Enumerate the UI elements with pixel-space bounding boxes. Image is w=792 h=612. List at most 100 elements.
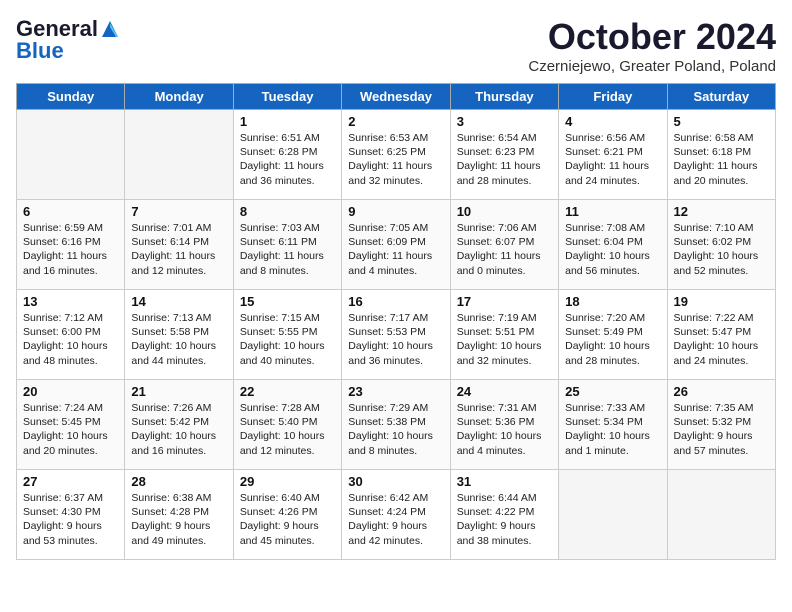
day-number: 7 (131, 204, 226, 219)
day-number: 19 (674, 294, 769, 309)
day-number: 6 (23, 204, 118, 219)
calendar-cell: 16Sunrise: 7:17 AM Sunset: 5:53 PM Dayli… (342, 290, 450, 380)
cell-daylight-text: Sunrise: 7:35 AM Sunset: 5:32 PM Dayligh… (674, 401, 769, 458)
day-number: 14 (131, 294, 226, 309)
day-number: 24 (457, 384, 552, 399)
cell-daylight-text: Sunrise: 7:33 AM Sunset: 5:34 PM Dayligh… (565, 401, 660, 458)
calendar-cell: 13 Sunrise: 7:12 AM Sunset: 6:00 PM Dayli… (17, 290, 125, 380)
calendar-cell: 23Sunrise: 7:29 AM Sunset: 5:38 PM Dayli… (342, 380, 450, 470)
cell-daylight-text: Sunrise: 7:12 AM Sunset: 6:00 PM Dayligh… (23, 311, 118, 368)
day-header-tuesday: Tuesday (233, 84, 341, 110)
calendar-cell: 2 Sunrise: 6:53 AM Sunset: 6:25 PM Daylig… (342, 110, 450, 200)
calendar-cell: 29 Sunrise: 6:40 AM Sunset: 4:26 PM Dayli… (233, 470, 341, 560)
page-header: General Blue October 2024 Czerniejewo, G… (16, 16, 776, 75)
cell-daylight-text: Sunrise: 6:54 AM Sunset: 6:23 PM Dayligh… (457, 131, 552, 188)
cell-daylight-text: Sunrise: 7:08 AM Sunset: 6:04 PM Dayligh… (565, 221, 660, 278)
calendar-cell (125, 110, 233, 200)
day-header-saturday: Saturday (667, 84, 775, 110)
day-number: 29 (240, 474, 335, 489)
day-number: 5 (674, 114, 769, 129)
logo: General Blue (16, 16, 120, 64)
day-number: 12 (674, 204, 769, 219)
cell-daylight-text: Sunrise: 7:01 AM Sunset: 6:14 PM Dayligh… (131, 221, 226, 278)
day-number: 25 (565, 384, 660, 399)
title-area: October 2024 Czerniejewo, Greater Poland… (528, 16, 776, 75)
day-number: 15 (240, 294, 335, 309)
day-number: 10 (457, 204, 552, 219)
cell-daylight-text: Sunrise: 7:20 AM Sunset: 5:49 PM Dayligh… (565, 311, 660, 368)
day-number: 22 (240, 384, 335, 399)
cell-daylight-text: Sunrise: 6:42 AM Sunset: 4:24 PM Dayligh… (348, 491, 443, 548)
cell-daylight-text: Sunrise: 7:31 AM Sunset: 5:36 PM Dayligh… (457, 401, 552, 458)
calendar-cell: 22 Sunrise: 7:28 AM Sunset: 5:40 PM Dayli… (233, 380, 341, 470)
calendar-cell: 19Sunrise: 7:22 AM Sunset: 5:47 PM Dayli… (667, 290, 775, 380)
cell-daylight-text: Sunrise: 6:56 AM Sunset: 6:21 PM Dayligh… (565, 131, 660, 188)
calendar-cell: 31 Sunrise: 6:44 AM Sunset: 4:22 PM Dayli… (450, 470, 558, 560)
day-number: 1 (240, 114, 335, 129)
calendar-cell: 17 Sunrise: 7:19 AM Sunset: 5:51 PM Dayli… (450, 290, 558, 380)
calendar-cell (667, 470, 775, 560)
cell-daylight-text: Sunrise: 7:24 AM Sunset: 5:45 PM Dayligh… (23, 401, 118, 458)
calendar-cell (17, 110, 125, 200)
calendar-cell: 21Sunrise: 7:26 AM Sunset: 5:42 PM Dayli… (125, 380, 233, 470)
day-number: 26 (674, 384, 769, 399)
cell-daylight-text: Sunrise: 7:29 AM Sunset: 5:38 PM Dayligh… (348, 401, 443, 458)
calendar-cell: 14 Sunrise: 7:13 AM Sunset: 5:58 PM Dayli… (125, 290, 233, 380)
week-row-5: 27 Sunrise: 6:37 AM Sunset: 4:30 PM Dayli… (17, 470, 776, 560)
day-header-monday: Monday (125, 84, 233, 110)
cell-daylight-text: Sunrise: 7:06 AM Sunset: 6:07 PM Dayligh… (457, 221, 552, 278)
day-number: 3 (457, 114, 552, 129)
day-header-wednesday: Wednesday (342, 84, 450, 110)
calendar-cell: 20 Sunrise: 7:24 AM Sunset: 5:45 PM Dayli… (17, 380, 125, 470)
days-header-row: SundayMondayTuesdayWednesdayThursdayFrid… (17, 84, 776, 110)
cell-daylight-text: Sunrise: 7:19 AM Sunset: 5:51 PM Dayligh… (457, 311, 552, 368)
calendar-cell: 25 Sunrise: 7:33 AM Sunset: 5:34 PM Dayli… (559, 380, 667, 470)
cell-daylight-text: Sunrise: 6:51 AM Sunset: 6:28 PM Dayligh… (240, 131, 335, 188)
cell-daylight-text: Sunrise: 6:40 AM Sunset: 4:26 PM Dayligh… (240, 491, 335, 548)
calendar-cell: 8Sunrise: 7:03 AM Sunset: 6:11 PM Daylig… (233, 200, 341, 290)
cell-daylight-text: Sunrise: 7:13 AM Sunset: 5:58 PM Dayligh… (131, 311, 226, 368)
cell-daylight-text: Sunrise: 7:17 AM Sunset: 5:53 PM Dayligh… (348, 311, 443, 368)
week-row-1: 1 Sunrise: 6:51 AM Sunset: 6:28 PM Daylig… (17, 110, 776, 200)
cell-daylight-text: Sunrise: 6:53 AM Sunset: 6:25 PM Dayligh… (348, 131, 443, 188)
day-number: 30 (348, 474, 443, 489)
cell-daylight-text: Sunrise: 7:15 AM Sunset: 5:55 PM Dayligh… (240, 311, 335, 368)
day-number: 27 (23, 474, 118, 489)
calendar-cell: 5 Sunrise: 6:58 AM Sunset: 6:18 PM Daylig… (667, 110, 775, 200)
week-row-2: 6Sunrise: 6:59 AM Sunset: 6:16 PM Daylig… (17, 200, 776, 290)
day-number: 2 (348, 114, 443, 129)
day-number: 11 (565, 204, 660, 219)
day-number: 4 (565, 114, 660, 129)
calendar-cell: 12 Sunrise: 7:10 AM Sunset: 6:02 PM Dayli… (667, 200, 775, 290)
calendar-cell: 7 Sunrise: 7:01 AM Sunset: 6:14 PM Daylig… (125, 200, 233, 290)
calendar-cell: 27 Sunrise: 6:37 AM Sunset: 4:30 PM Dayli… (17, 470, 125, 560)
calendar-table: SundayMondayTuesdayWednesdayThursdayFrid… (16, 83, 776, 560)
day-number: 21 (131, 384, 226, 399)
week-row-3: 13 Sunrise: 7:12 AM Sunset: 6:00 PM Dayli… (17, 290, 776, 380)
cell-daylight-text: Sunrise: 7:28 AM Sunset: 5:40 PM Dayligh… (240, 401, 335, 458)
day-number: 31 (457, 474, 552, 489)
location-subtitle: Czerniejewo, Greater Poland, Poland (528, 58, 776, 75)
calendar-cell: 6Sunrise: 6:59 AM Sunset: 6:16 PM Daylig… (17, 200, 125, 290)
calendar-cell (559, 470, 667, 560)
cell-daylight-text: Sunrise: 6:58 AM Sunset: 6:18 PM Dayligh… (674, 131, 769, 188)
day-number: 17 (457, 294, 552, 309)
day-number: 18 (565, 294, 660, 309)
calendar-cell: 28Sunrise: 6:38 AM Sunset: 4:28 PM Dayli… (125, 470, 233, 560)
day-number: 20 (23, 384, 118, 399)
calendar-cell: 26 Sunrise: 7:35 AM Sunset: 5:32 PM Dayli… (667, 380, 775, 470)
calendar-cell: 10 Sunrise: 7:06 AM Sunset: 6:07 PM Dayli… (450, 200, 558, 290)
logo-icon (100, 19, 120, 39)
day-header-friday: Friday (559, 84, 667, 110)
calendar-cell: 1 Sunrise: 6:51 AM Sunset: 6:28 PM Daylig… (233, 110, 341, 200)
calendar-cell: 18 Sunrise: 7:20 AM Sunset: 5:49 PM Dayli… (559, 290, 667, 380)
calendar-cell: 24 Sunrise: 7:31 AM Sunset: 5:36 PM Dayli… (450, 380, 558, 470)
day-number: 13 (23, 294, 118, 309)
cell-daylight-text: Sunrise: 6:44 AM Sunset: 4:22 PM Dayligh… (457, 491, 552, 548)
calendar-cell: 15 Sunrise: 7:15 AM Sunset: 5:55 PM Dayli… (233, 290, 341, 380)
cell-daylight-text: Sunrise: 6:37 AM Sunset: 4:30 PM Dayligh… (23, 491, 118, 548)
calendar-cell: 11 Sunrise: 7:08 AM Sunset: 6:04 PM Dayli… (559, 200, 667, 290)
cell-daylight-text: Sunrise: 7:10 AM Sunset: 6:02 PM Dayligh… (674, 221, 769, 278)
calendar-cell: 4 Sunrise: 6:56 AM Sunset: 6:21 PM Daylig… (559, 110, 667, 200)
cell-daylight-text: Sunrise: 6:38 AM Sunset: 4:28 PM Dayligh… (131, 491, 226, 548)
